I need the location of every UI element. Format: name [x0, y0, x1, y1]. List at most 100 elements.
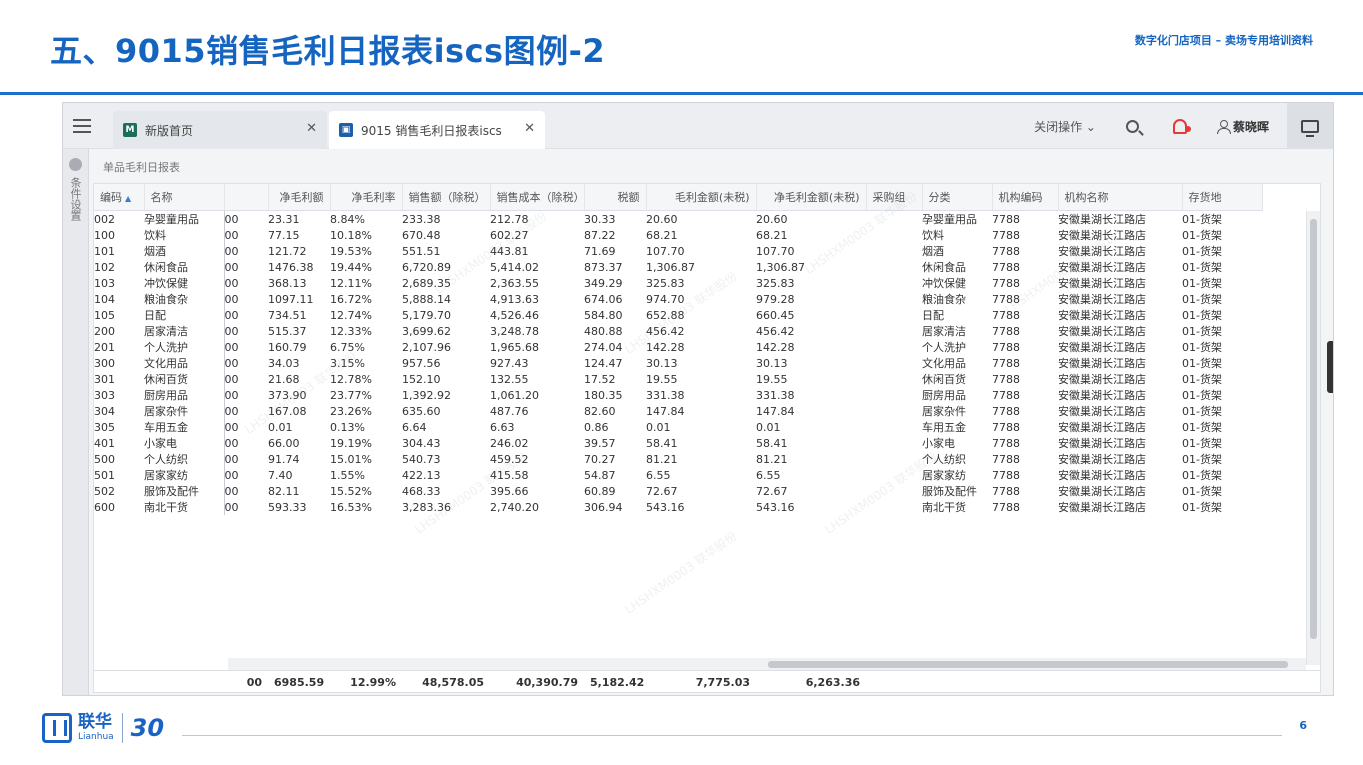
- cell-cost: 1,061.20: [490, 388, 539, 402]
- column-header-label: 净毛利金额(未税): [773, 190, 860, 204]
- total-net-margin: 12.99%: [350, 676, 396, 689]
- cell-name: 孕婴童用品: [144, 211, 225, 227]
- cell-purchase-group: [866, 419, 922, 435]
- table-row[interactable]: 501 居家家纺 00 7.40 1.55% 422.13 415.58 54.87 6.55 6…: [94, 467, 1262, 483]
- table-row[interactable]: 304 居家杂件 00 167.08 23.26% 635.60 487.76 82.60 14…: [94, 403, 1262, 419]
- column-header-purchase-group[interactable]: 采购组: [866, 184, 923, 211]
- column-header-net-gross-profit[interactable]: 净毛利金额(未税): [756, 184, 867, 211]
- cell-stock-location: 01-货架: [1182, 229, 1222, 242]
- cell-org-code: 7788: [992, 372, 1020, 386]
- cell-stock-location: 01-货架: [1182, 437, 1222, 450]
- table-row[interactable]: 105 日配 00 734.51 12.74% 5,179.70 4,526.46 584.8…: [94, 307, 1262, 323]
- column-header-name[interactable]: 名称: [144, 184, 225, 211]
- table-row[interactable]: 103 冲饮保健 00 368.13 12.11% 2,689.35 2,363.55 349…: [94, 275, 1262, 291]
- cell-gross-profit: 30.13: [646, 356, 678, 370]
- table-row[interactable]: 300 文化用品 00 34.03 3.15% 957.56 927.43 124.47 30.…: [94, 355, 1262, 371]
- tab-report[interactable]: ▣ 9015 销售毛利日报表iscs ✕: [329, 111, 545, 149]
- horizontal-scrollbar[interactable]: [228, 658, 1306, 670]
- vertical-scrollbar[interactable]: [1306, 211, 1320, 665]
- cell-net-gross-profit: 58.41: [756, 436, 788, 450]
- vertical-scroll-thumb[interactable]: [1310, 219, 1317, 639]
- horizontal-scroll-thumb[interactable]: [768, 661, 1288, 668]
- table-row[interactable]: 303 厨房用品 00 373.90 23.77% 1,392.92 1,061.20 180…: [94, 387, 1262, 403]
- side-handle[interactable]: [1327, 341, 1333, 393]
- cell-code: 201: [94, 340, 115, 354]
- user-name[interactable]: 蔡晓晖: [1233, 118, 1269, 135]
- table-row[interactable]: 200 居家清洁 00 515.37 12.33% 3,699.62 3,248.78 480…: [94, 323, 1262, 339]
- hamburger-menu-icon[interactable]: [73, 119, 91, 133]
- table-row[interactable]: 500 个人纺织 00 91.74 15.01% 540.73 459.52 70.27 81.…: [94, 451, 1262, 467]
- column-header-tax[interactable]: 税额: [584, 184, 647, 211]
- table-row[interactable]: 301 休闲百货 00 21.68 12.78% 152.10 132.55 17.52 19.…: [94, 371, 1262, 387]
- column-header-code[interactable]: 编码 ▲: [94, 184, 145, 211]
- totals-table: 00 6985.59 12.99% 48,578.05 40,390.79 5,182.4…: [94, 671, 1262, 692]
- cell-name: 冲饮保健: [144, 275, 225, 291]
- cell-unit: 00: [224, 276, 239, 290]
- cell-unit: 00: [224, 324, 239, 338]
- table-row[interactable]: 002 孕婴童用品 00 23.31 8.84% 233.38 212.78 30.33 20.…: [94, 211, 1262, 227]
- column-header-gross-profit[interactable]: 毛利金额(未税): [646, 184, 757, 211]
- cell-net-gross-profit: 6.55: [756, 468, 781, 482]
- column-header-stock-location[interactable]: 存货地: [1182, 184, 1263, 211]
- table-row[interactable]: 102 休闲食品 00 1476.38 19.44% 6,720.89 5,414.02 87…: [94, 259, 1262, 275]
- cell-stock-location: 01-货架: [1182, 245, 1222, 258]
- cell-tax: 124.47: [584, 356, 623, 370]
- column-header-net-margin[interactable]: 净毛利率: [330, 184, 403, 211]
- cell-net-margin: 23.26%: [330, 404, 372, 418]
- cell-stock-location: 01-货架: [1182, 501, 1222, 514]
- table-row[interactable]: 401 小家电 00 66.00 19.19% 304.43 246.02 39.57 58.4…: [94, 435, 1262, 451]
- cell-gross-profit: 107.70: [646, 244, 685, 258]
- table-row[interactable]: 201 个人洗护 00 160.79 6.75% 2,107.96 1,965.68 274.…: [94, 339, 1262, 355]
- cell-org-name: 安徽巢湖长江路店: [1058, 357, 1146, 370]
- cell-net-profit: 82.11: [268, 484, 300, 498]
- tab-home[interactable]: M 新版首页 ✕: [113, 111, 327, 149]
- cell-cost: 1,965.68: [490, 340, 539, 354]
- slide-title: 五、9015销售毛利日报表iscs图例-2: [50, 32, 606, 70]
- column-header-cost[interactable]: 销售成本（除税）: [490, 184, 585, 211]
- cell-org-code: 7788: [992, 436, 1020, 450]
- cell-cost: 4,913.63: [490, 292, 539, 306]
- condition-panel-toggle[interactable]: 条件设置: [63, 149, 89, 695]
- notification-bell-icon[interactable]: [1172, 118, 1191, 134]
- cell-org-code: 7788: [992, 260, 1020, 274]
- search-icon[interactable]: [1125, 119, 1139, 133]
- cell-purchase-group: [866, 339, 922, 355]
- table-row[interactable]: 104 粮油食杂 00 1097.11 16.72% 5,888.14 4,913.63 67…: [94, 291, 1262, 307]
- cell-sales: 468.33: [402, 484, 441, 498]
- close-icon[interactable]: ✕: [306, 121, 317, 136]
- table-row[interactable]: 101 烟酒 00 121.72 19.53% 551.51 443.81 71.69 107.…: [94, 243, 1262, 259]
- cell-net-profit: 593.33: [268, 500, 307, 514]
- cell-name: 居家杂件: [144, 403, 225, 419]
- cell-gross-profit: 81.21: [646, 452, 678, 466]
- cell-name: 个人纺织: [144, 451, 225, 467]
- cell-unit: 00: [224, 388, 239, 402]
- cell-code: 102: [94, 260, 115, 274]
- monitor-button[interactable]: [1287, 103, 1333, 149]
- table-row[interactable]: 100 饮料 00 77.15 10.18% 670.48 602.27 87.22 68.21…: [94, 227, 1262, 243]
- column-header-unit[interactable]: [224, 184, 269, 211]
- cell-net-margin: 6.75%: [330, 340, 365, 354]
- column-header-category[interactable]: 分类: [922, 184, 993, 211]
- cell-net-profit: 34.03: [268, 356, 300, 370]
- column-header-net-profit[interactable]: 净毛利额: [268, 184, 331, 211]
- column-header-org-code[interactable]: 机构编码: [992, 184, 1059, 211]
- close-icon[interactable]: ✕: [524, 121, 535, 136]
- cell-org-code: 7788: [992, 276, 1020, 290]
- cell-code: 301: [94, 372, 115, 386]
- cell-code: 303: [94, 388, 115, 402]
- cell-category: 孕婴童用品: [922, 213, 977, 226]
- grid-body[interactable]: 002 孕婴童用品 00 23.31 8.84% 233.38 212.78 30.33 20.…: [94, 211, 1306, 665]
- title-rule: [0, 92, 1363, 95]
- cell-category: 休闲百货: [922, 373, 966, 386]
- close-ops-dropdown[interactable]: 关闭操作 ⌄: [1034, 118, 1096, 135]
- column-header-label: 毛利金额(未税): [674, 190, 750, 204]
- table-row[interactable]: 502 服饰及配件 00 82.11 15.52% 468.33 395.66 60.89 72…: [94, 483, 1262, 499]
- column-header-org-name[interactable]: 机构名称: [1058, 184, 1183, 211]
- sort-ascending-icon[interactable]: ▲: [125, 194, 131, 203]
- column-header-sales[interactable]: 销售额（除税）: [402, 184, 491, 211]
- cell-unit: 00: [224, 436, 239, 450]
- table-row[interactable]: 600 南北干货 00 593.33 16.53% 3,283.36 2,740.20 306…: [94, 499, 1262, 515]
- cell-name: 服饰及配件: [144, 483, 225, 499]
- table-row[interactable]: 305 车用五金 00 0.01 0.13% 6.64 6.63 0.86 0.01 0.01 车用…: [94, 419, 1262, 435]
- cell-name: 饮料: [144, 227, 225, 243]
